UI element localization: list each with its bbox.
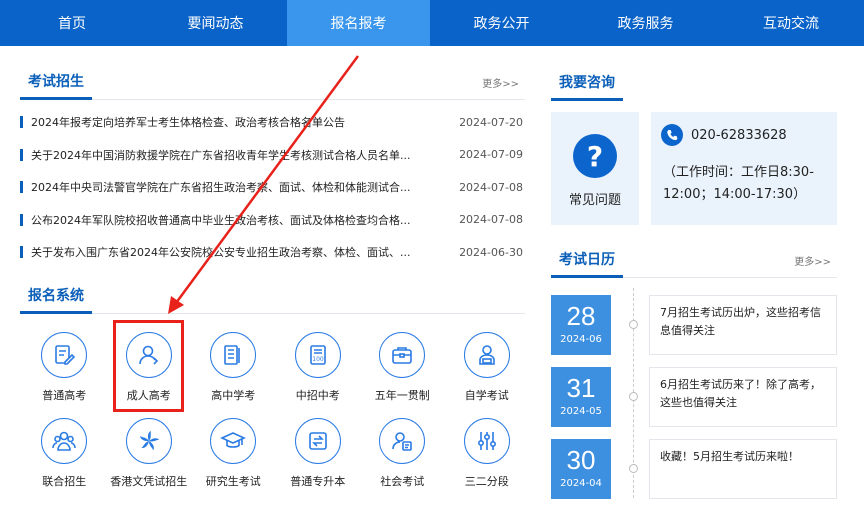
news-date: 2024-07-09 — [459, 148, 523, 162]
exam-more-link[interactable]: 更多>> — [482, 75, 519, 90]
sys-zhongkao[interactable]: 100 中招中考 — [276, 330, 361, 416]
news-title: 公布2024年军队院校招收普通高中毕业生政治考核、面试及体格检查均合格... — [31, 213, 411, 227]
sys-label: 香港文凭试招生 — [110, 475, 188, 488]
sys-label: 三二分段 — [464, 475, 509, 488]
timeline-dot — [629, 392, 638, 401]
nav-interaction[interactable]: 互动交流 — [718, 0, 864, 46]
sys-label: 普通专升本 — [290, 475, 346, 488]
nav-home[interactable]: 首页 — [0, 0, 144, 46]
news-title: 2024年报考定向培养军士考生体格检查、政治考核合格名单公告 — [31, 116, 345, 130]
news-item[interactable]: 公布2024年军队院校招收普通高中毕业生政治考核、面试及体格检查均合格... 2… — [20, 204, 525, 237]
calendar-section-title: 考试日历 — [551, 249, 623, 278]
sys-general-gaokao[interactable]: 普通高考 — [22, 330, 107, 416]
group-people-icon — [41, 418, 88, 464]
faq-label: 常见问题 — [568, 193, 621, 208]
timeline-dot — [629, 464, 638, 473]
news-date: 2024-07-20 — [459, 115, 523, 129]
calendar-item[interactable]: 28 2024-06 7月招生考试历出炉，这些招考信息值得关注 — [551, 295, 837, 355]
calendar-date: 31 2024-05 — [551, 367, 611, 427]
calendar-day: 31 — [566, 373, 596, 403]
sys-upgrade-bachelor[interactable]: 普通专升本 — [276, 416, 361, 502]
calendar-item[interactable]: 30 2024-04 收藏！5月招生考试历来啦！ — [551, 439, 837, 499]
phone-number: 020-62833628 — [691, 127, 787, 143]
phone-panel: 020-62833628 （工作时间：工作日8:30-12:00；14:00-1… — [651, 112, 837, 225]
work-time: （工作时间：工作日8:30-12:00；14:00-17:30） — [663, 165, 814, 202]
consult-section-title: 我要咨询 — [551, 72, 623, 101]
sys-label: 自学考试 — [464, 389, 509, 402]
consult-section-header: 我要咨询 — [551, 68, 837, 101]
phone-icon — [661, 124, 683, 146]
doc-100-icon: 100 — [294, 332, 341, 378]
news-title: 2024年中央司法警官学院在广东省招生政治考察、面试、体检和体能测试合... — [31, 181, 411, 195]
news-title: 关于发布入围广东省2024年公安院校公安专业招生政治考察、体检、面试、... — [31, 246, 411, 260]
person-card-icon — [379, 418, 426, 464]
sys-joint-admission[interactable]: 联合招生 — [22, 416, 107, 502]
calendar-item[interactable]: 31 2024-05 6月招生考试历来了！除了高考，这些也值得关注 — [551, 367, 837, 427]
sys-label: 高中学考 — [211, 389, 256, 402]
registration-system-grid: 普通高考 成人高考 高中学考 100 中招中考 五年一贯制 自学考试 联合招生 — [22, 330, 530, 502]
sys-postgraduate[interactable]: 研究生考试 — [191, 416, 276, 502]
svg-text:100: 100 — [312, 356, 324, 363]
sys-label: 联合招生 — [42, 475, 87, 488]
faq-button[interactable]: ? 常见问题 — [551, 112, 639, 225]
bauhinia-flower-icon — [125, 418, 172, 464]
calendar-date: 30 2024-04 — [551, 439, 611, 499]
calendar-day: 30 — [566, 445, 596, 475]
calendar-year-month: 2024-04 — [560, 478, 602, 489]
system-section-title: 报名系统 — [20, 285, 92, 314]
document-list-icon — [210, 332, 257, 378]
news-item[interactable]: 关于2024年中国消防救援学院在广东省招收青年学生考核测试合格人员名单... 2… — [20, 139, 525, 172]
exam-news-list: 2024年报考定向培养军士考生体格检查、政治考核合格名单公告 2024-07-2… — [20, 106, 525, 269]
nav-registration[interactable]: 报名报考 — [287, 0, 430, 46]
nav-news[interactable]: 要闻动态 — [144, 0, 287, 46]
sys-five-year[interactable]: 五年一贯制 — [360, 330, 445, 416]
sys-label: 五年一贯制 — [374, 389, 430, 402]
calendar-day: 28 — [566, 301, 596, 331]
news-date: 2024-06-30 — [459, 245, 523, 259]
sys-label: 中招中考 — [295, 389, 340, 402]
nav-government-affairs[interactable]: 政务公开 — [430, 0, 573, 46]
sliders-icon — [463, 418, 510, 464]
timeline-dot — [629, 320, 638, 329]
calendar-card: 6月招生考试历来了！除了高考，这些也值得关注 — [649, 367, 837, 427]
briefcase-icon — [379, 332, 426, 378]
news-item[interactable]: 2024年中央司法警官学院在广东省招生政治考察、面试、体检和体能测试合... 2… — [20, 171, 525, 204]
calendar-year-month: 2024-05 — [560, 406, 602, 417]
system-section-header: 报名系统 — [20, 282, 525, 314]
sys-hkdse[interactable]: 香港文凭试招生 — [107, 416, 192, 502]
news-date: 2024-07-08 — [459, 180, 523, 194]
upgrade-doc-icon — [294, 418, 341, 464]
sys-self-study[interactable]: 自学考试 — [445, 330, 530, 416]
graduation-cap-icon — [210, 418, 257, 464]
highlight-box — [113, 320, 184, 412]
calendar-card: 7月招生考试历出炉，这些招考信息值得关注 — [649, 295, 837, 355]
calendar-card: 收藏！5月招生考试历来啦！ — [649, 439, 837, 499]
question-icon: ? — [573, 134, 617, 178]
sys-three-two-segment[interactable]: 三二分段 — [445, 416, 530, 502]
news-item[interactable]: 关于发布入围广东省2024年公安院校公安专业招生政治考察、体检、面试、... 2… — [20, 236, 525, 269]
calendar-section-header: 考试日历 更多>> — [551, 246, 837, 278]
news-date: 2024-07-08 — [459, 213, 523, 227]
self-study-person-icon — [463, 332, 510, 378]
exam-pen-icon — [41, 332, 88, 378]
calendar-more-link[interactable]: 更多>> — [794, 253, 831, 268]
calendar-date: 28 2024-06 — [551, 295, 611, 355]
sys-high-school-exam[interactable]: 高中学考 — [191, 330, 276, 416]
sys-label: 普通高考 — [42, 389, 87, 402]
news-item[interactable]: 2024年报考定向培养军士考生体格检查、政治考核合格名单公告 2024-07-2… — [20, 106, 525, 139]
top-nav: 首页 要闻动态 报名报考 政务公开 政务服务 互动交流 — [0, 0, 864, 46]
calendar-year-month: 2024-06 — [560, 334, 602, 345]
nav-government-services[interactable]: 政务服务 — [573, 0, 718, 46]
sys-label: 社会考试 — [380, 475, 425, 488]
sys-label: 研究生考试 — [205, 475, 261, 488]
exam-section-header: 考试招生 更多>> — [20, 68, 525, 100]
news-title: 关于2024年中国消防救援学院在广东省招收青年学生考核测试合格人员名单... — [31, 148, 411, 162]
exam-section-title: 考试招生 — [20, 71, 92, 100]
sys-social-exam[interactable]: 社会考试 — [360, 416, 445, 502]
